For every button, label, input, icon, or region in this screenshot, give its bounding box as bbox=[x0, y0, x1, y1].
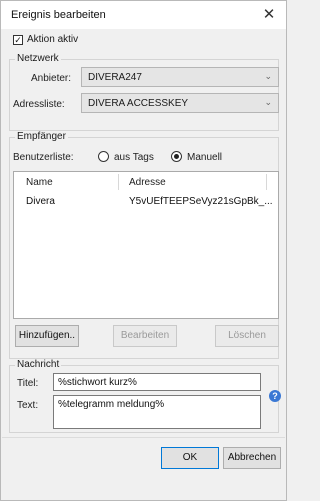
chevron-down-icon: ⌄ bbox=[264, 71, 272, 81]
provider-select[interactable]: DIVERA247 ⌄ bbox=[81, 67, 279, 87]
radio-from-tags-label[interactable]: aus Tags bbox=[114, 152, 154, 163]
active-checkbox-label[interactable]: Aktion aktiv bbox=[27, 34, 78, 45]
row-name-cell: Divera bbox=[26, 196, 55, 207]
dialog-title: Ereignis bearbeiten bbox=[11, 9, 106, 21]
column-divider[interactable] bbox=[118, 174, 119, 190]
address-list-value: DIVERA ACCESSKEY bbox=[88, 98, 189, 109]
message-legend: Nachricht bbox=[15, 359, 62, 370]
cancel-button[interactable]: Abbrechen bbox=[223, 447, 281, 469]
user-list-label: Benutzerliste: bbox=[13, 152, 74, 163]
column-header-name[interactable]: Name bbox=[26, 177, 53, 188]
network-legend: Netzwerk bbox=[15, 53, 61, 64]
provider-value: DIVERA247 bbox=[88, 72, 142, 83]
radio-manual[interactable] bbox=[171, 151, 182, 162]
close-icon[interactable]: ✕ bbox=[258, 4, 280, 26]
recipient-list[interactable]: Name Adresse Divera Y5vUEfTEEPSeVyz21sGp… bbox=[13, 171, 279, 319]
title-label: Titel: bbox=[17, 378, 39, 389]
radio-manual-label[interactable]: Manuell bbox=[187, 152, 222, 163]
column-header-address[interactable]: Adresse bbox=[129, 177, 166, 188]
radio-from-tags[interactable] bbox=[98, 151, 109, 162]
edit-button[interactable]: Bearbeiten bbox=[113, 325, 177, 347]
title-bar: Ereignis bearbeiten ✕ bbox=[1, 1, 286, 29]
address-list-label: Adressliste: bbox=[13, 99, 65, 110]
title-input[interactable]: %stichwort kurz% bbox=[53, 373, 261, 391]
add-button[interactable]: Hinzufügen.. bbox=[15, 325, 79, 347]
text-input[interactable]: %telegramm meldung% bbox=[53, 395, 261, 429]
footer-divider bbox=[2, 437, 285, 438]
dialog-window: Ereignis bearbeiten ✕ ✓ Aktion aktiv Net… bbox=[0, 0, 287, 501]
ok-button[interactable]: OK bbox=[161, 447, 219, 469]
row-address-cell: Y5vUEfTEEPSeVyz21sGpBk_... bbox=[129, 196, 273, 207]
delete-button[interactable]: Löschen bbox=[215, 325, 279, 347]
provider-label: Anbieter: bbox=[31, 73, 72, 84]
text-label: Text: bbox=[17, 400, 39, 411]
recipients-legend: Empfänger bbox=[15, 131, 68, 142]
column-divider[interactable] bbox=[266, 174, 267, 190]
active-checkbox[interactable]: ✓ bbox=[13, 35, 23, 45]
chevron-down-icon: ⌄ bbox=[264, 97, 272, 107]
help-icon[interactable]: ? bbox=[269, 390, 281, 402]
address-list-select[interactable]: DIVERA ACCESSKEY ⌄ bbox=[81, 93, 279, 113]
